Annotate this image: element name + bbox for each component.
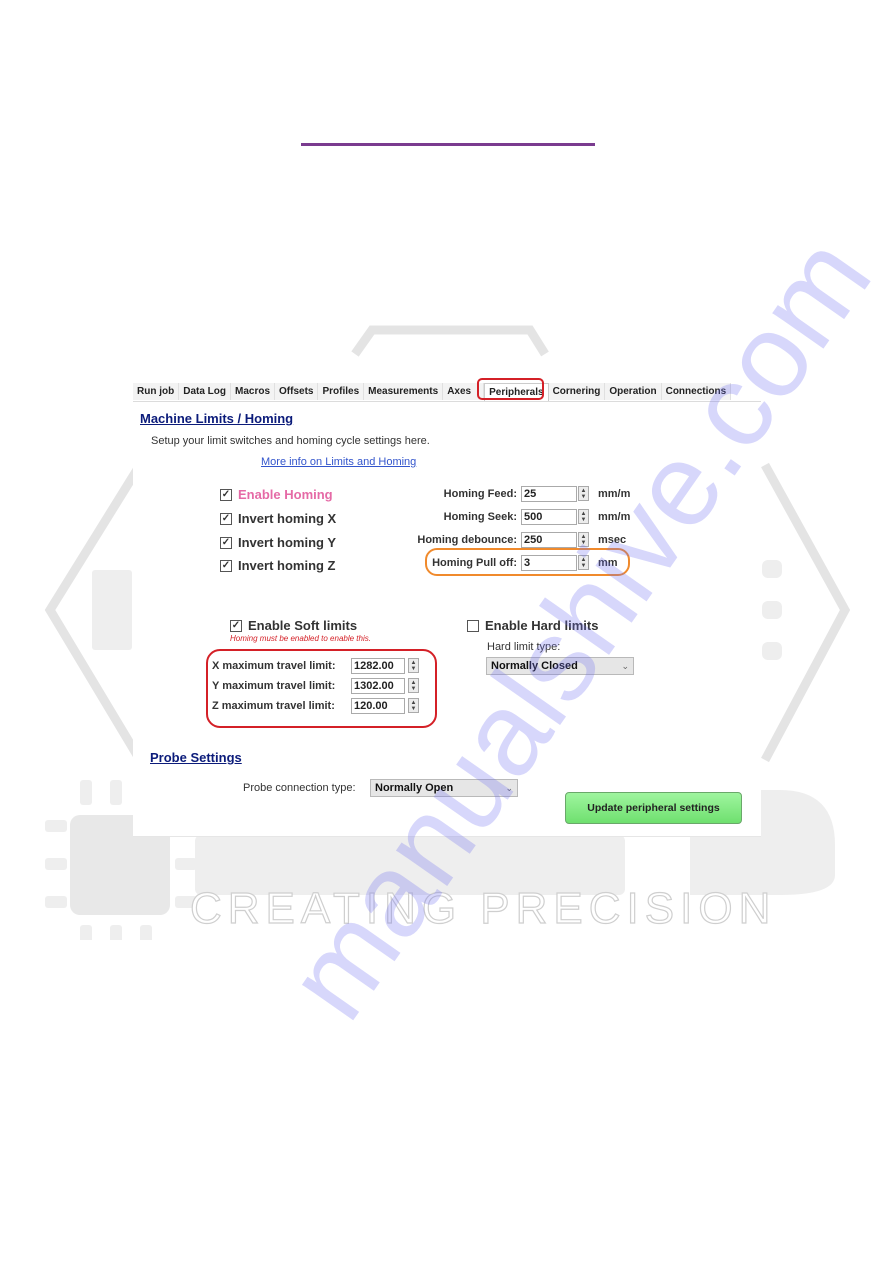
pull-off-highlight [425, 548, 630, 576]
chip-pin [80, 780, 92, 805]
invert-homing-z-label: Invert homing Z [238, 558, 336, 573]
homing-debounce-spinner[interactable]: ▲ ▼ [578, 532, 589, 547]
homing-feed-label: Homing Feed: [443, 488, 517, 500]
homing-debounce-unit: msec [598, 534, 627, 546]
homing-seek-spinner[interactable]: ▲ ▼ [578, 509, 589, 524]
checkbox-checked-icon: ✓ [220, 559, 232, 572]
checkbox-checked-icon: ✓ [220, 512, 232, 525]
homing-debounce-label: Homing debounce: [417, 534, 517, 546]
invert-homing-y-label: Invert homing Y [238, 535, 336, 550]
chip-pin [45, 858, 67, 870]
checkbox-checked-icon: ✓ [220, 536, 232, 549]
invert-homing-x-label: Invert homing X [238, 511, 337, 526]
invert-homing-z-checkbox[interactable]: ✓ Invert homing Z [220, 558, 336, 573]
peripherals-tab-highlight [477, 378, 544, 400]
homing-seek-unit: mm/m [598, 511, 631, 523]
tab-operation[interactable]: Operation [605, 383, 662, 400]
header-rule [301, 143, 595, 146]
enable-homing-checkbox[interactable]: ✓ Enable Homing [220, 487, 333, 502]
logo-bar [762, 642, 782, 660]
enable-hard-limits-checkbox[interactable]: Enable Hard limits [467, 618, 598, 633]
update-peripheral-settings-button[interactable]: Update peripheral settings [565, 792, 742, 824]
tab-profiles[interactable]: Profiles [318, 383, 365, 400]
tab-bar: Run job Data Log Macros Offsets Profiles… [133, 383, 761, 402]
machine-limits-title: Machine Limits / Homing [140, 411, 294, 426]
tab-data-log[interactable]: Data Log [179, 383, 231, 400]
travel-limits-highlight [206, 649, 437, 728]
tab-measurements[interactable]: Measurements [364, 383, 444, 400]
chip-pin [140, 925, 152, 940]
hard-limit-type-select[interactable]: Normally Closed ⌄ [486, 657, 634, 675]
spin-down-icon: ▼ [580, 539, 587, 546]
probe-connection-select[interactable]: Normally Open ⌄ [370, 779, 518, 797]
tab-cornering[interactable]: Cornering [548, 383, 606, 400]
tab-offsets[interactable]: Offsets [275, 383, 319, 400]
tab-run-job[interactable]: Run job [133, 383, 180, 400]
homing-seek-input[interactable]: 500 [521, 509, 577, 525]
tab-connections[interactable]: Connections [661, 383, 732, 400]
enable-soft-limits-checkbox[interactable]: ✓ Enable Soft limits [230, 618, 357, 633]
chip-pin [45, 820, 67, 832]
homing-debounce-input[interactable]: 250 [521, 532, 577, 548]
tagline: CREATING PRECISION [189, 883, 777, 933]
homing-feed-spinner[interactable]: ▲ ▼ [578, 486, 589, 501]
chip-pin [80, 925, 92, 940]
enable-homing-label: Enable Homing [238, 487, 333, 502]
chip-pin [110, 925, 122, 940]
chip-pin [110, 780, 122, 805]
invert-homing-x-checkbox[interactable]: ✓ Invert homing X [220, 511, 336, 526]
chip-pin [45, 896, 67, 908]
probe-connection-label: Probe connection type: [243, 782, 356, 794]
logo-block [92, 570, 132, 650]
machine-limits-description: Setup your limit switches and homing cyc… [151, 435, 430, 447]
spin-down-icon: ▼ [580, 516, 587, 523]
tab-macros[interactable]: Macros [231, 383, 276, 400]
homing-feed-unit: mm/m [598, 488, 631, 500]
logo-top-bracket [351, 325, 549, 357]
chevron-down-icon: ⌄ [505, 782, 513, 793]
chip-pin [175, 858, 197, 870]
panel-divider [133, 836, 761, 837]
checkbox-checked-icon: ✓ [230, 619, 242, 632]
app-panel [133, 381, 761, 837]
logo-bar [762, 601, 782, 619]
enable-hard-limits-label: Enable Hard limits [485, 618, 599, 633]
hard-limit-type-label: Hard limit type: [487, 641, 561, 653]
invert-homing-y-checkbox[interactable]: ✓ Invert homing Y [220, 535, 336, 550]
probe-settings-title: Probe Settings [150, 750, 242, 765]
homing-feed-input[interactable]: 25 [521, 486, 577, 502]
spin-down-icon: ▼ [580, 493, 587, 500]
homing-seek-label: Homing Seek: [443, 511, 517, 523]
probe-connection-value: Normally Open [375, 782, 454, 794]
checkbox-unchecked-icon [467, 619, 479, 632]
soft-limits-note: Homing must be enabled to enable this. [230, 634, 371, 643]
enable-soft-limits-label: Enable Soft limits [248, 618, 358, 633]
limits-info-link[interactable]: More info on Limits and Homing [261, 456, 416, 468]
checkbox-checked-icon: ✓ [220, 488, 232, 501]
logo-bar [762, 560, 782, 578]
hard-limit-type-value: Normally Closed [491, 660, 578, 672]
chevron-down-icon: ⌄ [621, 660, 629, 671]
